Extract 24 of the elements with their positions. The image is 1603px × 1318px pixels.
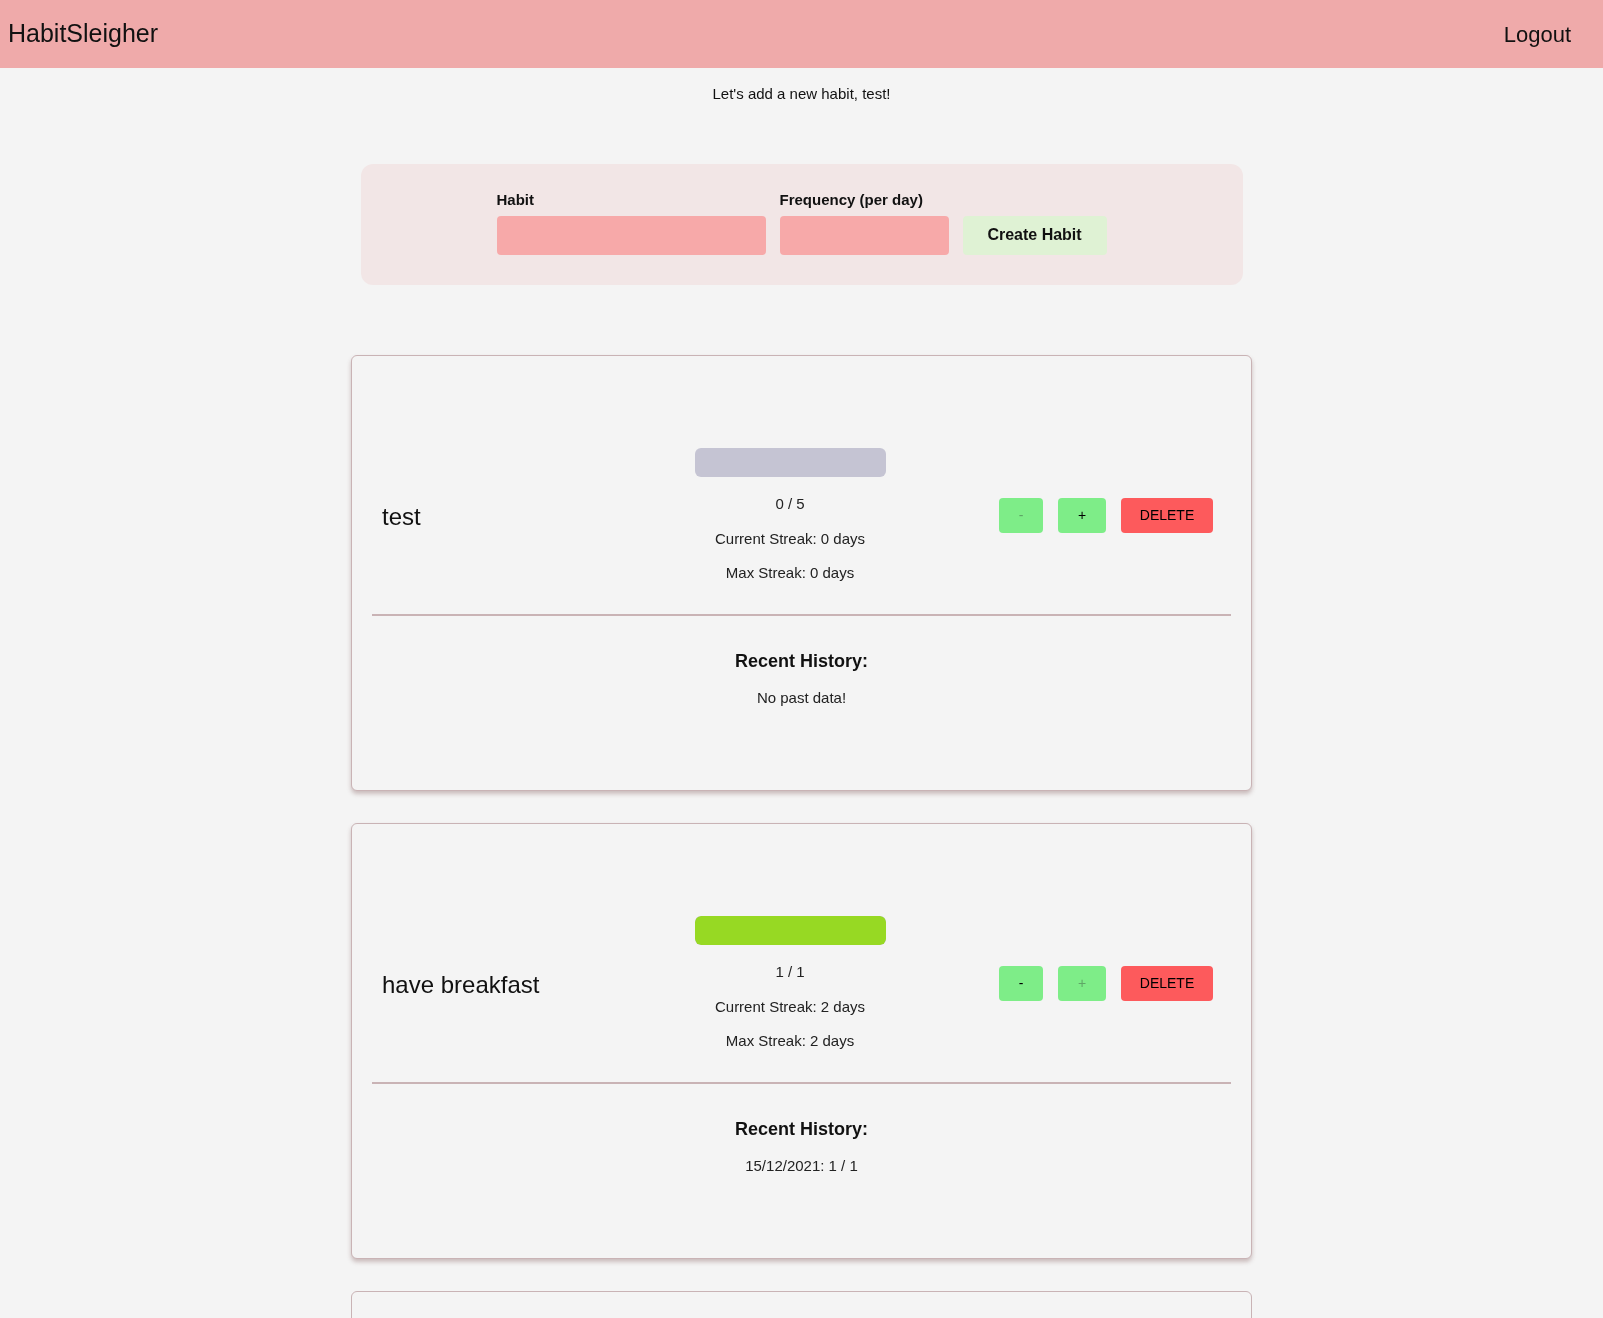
frequency-label: Frequency (per day) [779,190,924,211]
current-streak: Current Streak: 2 days [714,996,866,1017]
max-streak: Max Streak: 2 days [725,1031,855,1052]
brand-title: HabitSleigher [8,18,159,50]
max-streak: Max Streak: 0 days [725,563,855,584]
delete-button[interactable]: DELETE [1121,966,1213,1001]
logout-link[interactable]: Logout [1503,17,1571,51]
progress-count: 1 / 1 [775,962,805,983]
habit-label: Habit [496,190,535,211]
habit-input[interactable] [496,215,766,255]
habit-name: test [382,502,421,530]
increment-button[interactable]: + [1058,498,1106,533]
progress-count: 0 / 5 [775,494,805,515]
greeting-text: Let's add a new habit, test! [712,84,891,104]
current-streak: Current Streak: 0 days [714,528,866,549]
delete-button[interactable]: DELETE [1121,498,1213,533]
history-entry: No past data! [756,687,847,708]
history-entry: 15/12/2021: 1 / 1 [745,1155,858,1176]
habit-name: have breakfast [382,970,540,998]
history-title: Recent History: [735,1117,868,1141]
create-habit-button[interactable]: Create Habit [962,215,1107,255]
decrement-button[interactable]: - [999,966,1043,1001]
history-title: Recent History: [735,649,868,673]
frequency-input[interactable] [779,215,949,255]
